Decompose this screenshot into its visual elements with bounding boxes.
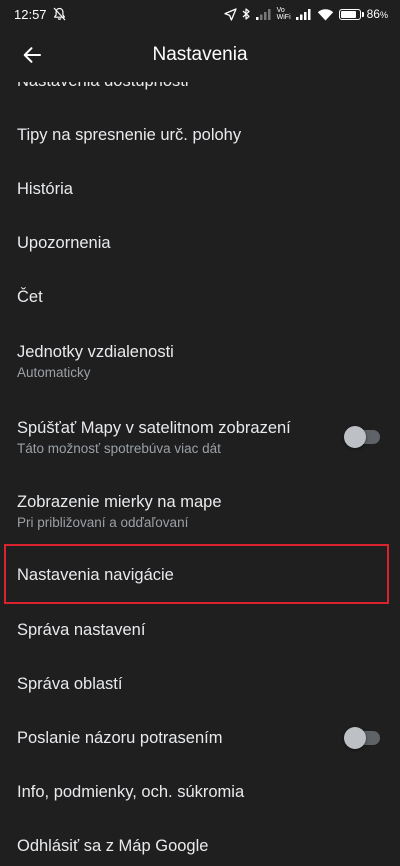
battery-fill (340, 10, 357, 18)
settings-item-chat[interactable]: Čet (0, 270, 400, 324)
settings-item-about-terms-privacy[interactable]: Info, podmienky, och. súkromia (0, 765, 400, 819)
battery-percent-value: 86 (366, 7, 380, 21)
item-subtitle: Automaticky (17, 364, 91, 380)
settings-item-map-scale[interactable]: Zobrazenie mierky na mape Pri približova… (0, 474, 400, 548)
toggle-knob (344, 727, 366, 749)
item-title: Info, podmienky, och. súkromia (17, 782, 245, 801)
settings-item-navigation-settings[interactable]: Nastavenia navigácie (0, 548, 400, 602)
item-text: Tipy na spresnenie urč. polohy (17, 126, 382, 145)
item-text: Správa oblastí (17, 675, 382, 694)
notifications-off-icon (53, 7, 66, 21)
item-text: Poslanie názoru potrasením (17, 729, 346, 748)
settings-item-history[interactable]: História (0, 162, 400, 216)
item-text: História (17, 180, 382, 199)
item-title: Tipy na spresnenie urč. polohy (17, 125, 242, 144)
signal-icon (295, 8, 312, 20)
shake-feedback-toggle[interactable] (344, 727, 380, 749)
satellite-view-toggle[interactable] (344, 426, 380, 448)
item-text: Zobrazenie mierky na mape Pri približova… (17, 493, 382, 530)
battery-indicator: 86% (338, 7, 388, 21)
item-text: Jednotky vzdialenosti Automaticky (17, 343, 382, 380)
item-title: Spúšťať Mapy v satelitnom zobrazení (17, 418, 291, 437)
item-text: Čet (17, 288, 382, 307)
item-subtitle: Pri približovaní a odďaľovaní (17, 514, 189, 530)
settings-item-sign-out[interactable]: Odhlásiť sa z Máp Google (0, 819, 400, 866)
item-title: Zobrazenie mierky na mape (17, 492, 222, 511)
item-title: Jednotky vzdialenosti (17, 342, 174, 361)
settings-item-shake-feedback[interactable]: Poslanie názoru potrasením (0, 711, 400, 765)
item-text: Info, podmienky, och. súkromia (17, 783, 382, 802)
battery-percent: 86% (367, 7, 388, 21)
settings-item-manage-settings[interactable]: Správa nastavení (0, 603, 400, 657)
status-bar: 12:57 Vo WiFi 86% (0, 0, 400, 28)
settings-list[interactable]: Nastavenia dostupnosti Tipy na spresneni… (0, 62, 400, 866)
battery-icon (338, 8, 361, 20)
battery-tip (361, 11, 364, 17)
item-text: Upozornenia (17, 234, 382, 253)
item-title: História (17, 179, 73, 198)
item-title: Poslanie názoru potrasením (17, 728, 223, 747)
settings-item-satellite-view[interactable]: Spúšťať Mapy v satelitnom zobrazení Táto… (0, 400, 400, 474)
signal-weak-icon (255, 8, 272, 20)
status-right: Vo WiFi 86% (223, 7, 388, 21)
item-title: Odhlásiť sa z Máp Google (17, 836, 209, 855)
status-left: 12:57 (14, 7, 66, 22)
item-title: Správa nastavení (17, 620, 146, 639)
location-arrow-icon (223, 7, 237, 21)
bluetooth-icon (242, 7, 251, 21)
settings-item-notifications[interactable]: Upozornenia (0, 216, 400, 270)
wifi-icon (317, 8, 334, 21)
item-text: Nastavenia navigácie (17, 566, 382, 585)
settings-item-location-accuracy-tips[interactable]: Tipy na spresnenie urč. polohy (0, 108, 400, 162)
page-title: Nastavenia (152, 44, 248, 65)
settings-item-distance-units[interactable]: Jednotky vzdialenosti Automaticky (0, 324, 400, 398)
app-bar: Nastavenia (0, 28, 400, 82)
item-title: Nastavenia navigácie (17, 565, 174, 584)
settings-item-manage-areas[interactable]: Správa oblastí (0, 657, 400, 711)
item-title: Správa oblastí (17, 674, 123, 693)
toggle-knob (344, 426, 366, 448)
item-text: Správa nastavení (17, 621, 382, 640)
item-subtitle: Táto možnosť spotrebúva viac dát (17, 440, 221, 456)
item-text: Spúšťať Mapy v satelitnom zobrazení Táto… (17, 419, 346, 456)
vowifi-indicator: Vo WiFi (277, 7, 291, 21)
item-text: Odhlásiť sa z Máp Google (17, 837, 382, 856)
item-title: Čet (17, 287, 43, 306)
vowifi-bottom: WiFi (276, 14, 291, 21)
item-title: Upozornenia (17, 233, 111, 252)
battery-percent-suffix: % (379, 10, 388, 20)
status-time: 12:57 (14, 6, 47, 22)
vowifi-top: Vo (276, 7, 285, 14)
